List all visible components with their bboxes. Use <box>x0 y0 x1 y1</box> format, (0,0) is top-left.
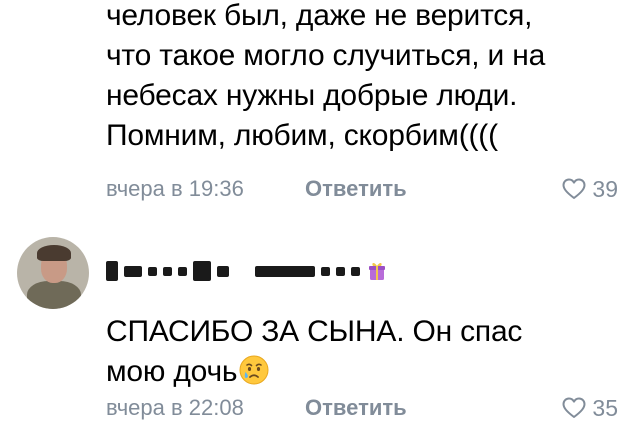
like-button[interactable]: 35 <box>562 393 618 423</box>
comment-timestamp: вчера в 19:36 <box>106 176 244 201</box>
obscured-word <box>255 265 315 277</box>
comment-text-line-with-emoji: мою дочь <box>106 352 522 396</box>
like-count: 35 <box>592 395 618 421</box>
obscured-dot <box>148 266 157 276</box>
obscured-dot <box>351 266 360 276</box>
comment-2-meta: вчера в 22:08 Ответить 35 <box>106 393 618 423</box>
comment-text-line: небесах нужны добрые люди. <box>106 79 518 112</box>
reply-button[interactable]: Ответить <box>305 174 407 204</box>
avatar[interactable] <box>17 237 89 309</box>
obscured-letter <box>217 265 229 277</box>
heart-outline-icon <box>562 178 586 200</box>
author-name-obscured[interactable] <box>106 254 386 288</box>
obscured-letter <box>124 265 142 277</box>
like-button[interactable]: 39 <box>562 174 618 204</box>
avatar-hair-shape <box>37 245 71 261</box>
obscured-dot <box>321 266 330 276</box>
comment-text-line: СПАСИБО ЗА СЫНА. Он спас <box>106 315 523 348</box>
comment-text-segment: мою дочь <box>106 355 238 388</box>
obscured-letter <box>106 261 118 281</box>
comment-text-line: человек был, даже не верится, <box>106 0 533 32</box>
gift-icon <box>368 260 386 282</box>
heart-outline-icon <box>562 397 586 419</box>
comment-1-meta: вчера в 19:36 Ответить 39 <box>106 174 618 204</box>
reply-button[interactable]: Ответить <box>305 393 407 423</box>
avatar-body-shape <box>27 281 81 309</box>
crying-face-emoji-icon <box>239 355 269 396</box>
comment-text-line: Помним, любим, скорбим(((( <box>106 119 498 152</box>
comment-1-text: человек был, даже не верится, что такое … <box>106 0 545 156</box>
obscured-dot <box>163 266 172 276</box>
like-count: 39 <box>592 176 618 202</box>
comment-2-text: СПАСИБО ЗА СЫНА. Он спас мою дочь <box>106 312 522 396</box>
comment-timestamp: вчера в 22:08 <box>106 395 244 420</box>
obscured-letter <box>193 261 211 281</box>
obscured-dot <box>178 266 187 276</box>
obscured-dot <box>336 266 345 276</box>
comment-text-line: что такое могло случиться, и на <box>106 39 546 72</box>
